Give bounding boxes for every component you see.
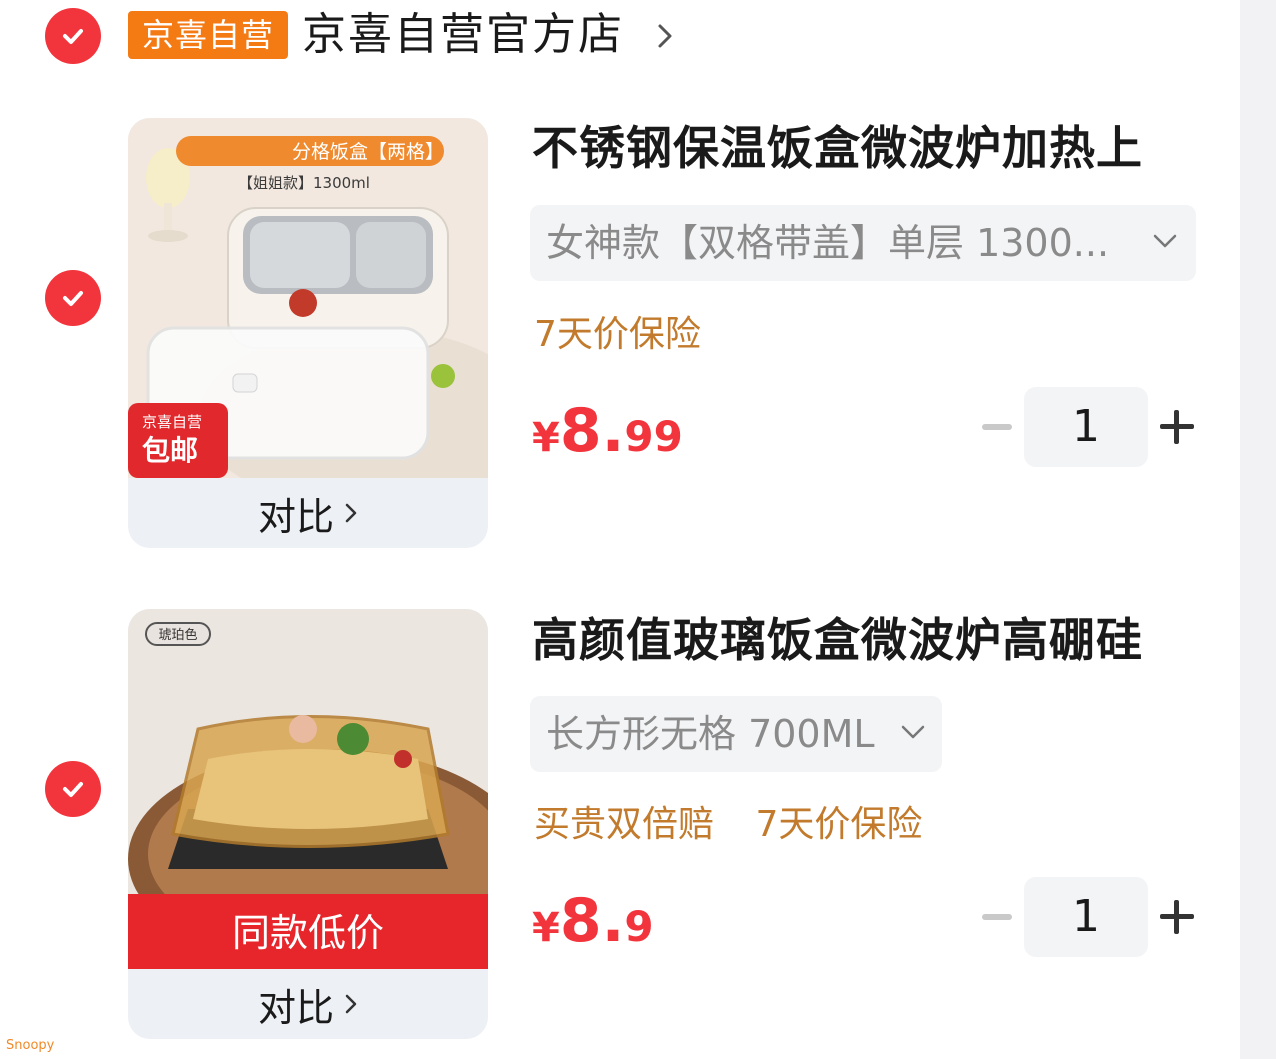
compare-label: 对比 — [257, 985, 334, 1030]
image-badge-line2: 包邮 — [142, 434, 198, 467]
product-title[interactable]: 不锈钢保温饭盒微波炉加热上 — [532, 118, 1192, 178]
increase-quantity-button[interactable] — [1160, 410, 1194, 444]
image-tag: 琥珀色 — [158, 627, 197, 643]
product-image-card[interactable]: 琥珀色 同款低价 对比 — [128, 609, 488, 1039]
image-badge-line1: 京喜自营 — [142, 413, 202, 431]
chevron-right-icon[interactable] — [655, 20, 675, 52]
checkmark-icon — [63, 782, 83, 797]
price-integer: 8. — [559, 396, 625, 466]
chevron-right-icon — [345, 994, 357, 1014]
decrease-quantity-button[interactable] — [982, 424, 1012, 430]
chevron-down-icon — [1153, 234, 1177, 248]
price-integer: 8. — [559, 886, 625, 956]
checkmark-icon — [63, 29, 83, 44]
checkmark-icon — [63, 291, 83, 306]
service-tags: 买贵双倍赔 7天价保险 — [534, 800, 952, 850]
image-banner-text: 分格饭盒【两格】 — [292, 141, 444, 163]
store-name-link[interactable]: 京喜自营官方店 — [302, 5, 624, 65]
service-tag: 7天价保险 — [755, 804, 923, 845]
price-currency: ¥ — [532, 905, 560, 951]
store-badge: 京喜自营 — [128, 11, 288, 59]
cart-store-card: 京喜自营 京喜自营官方店 分格饭盒【两格】 【姐姐款】1300ml 京喜自营 包… — [0, 0, 1240, 1059]
price-decimal: 9 — [624, 902, 654, 951]
compare-button[interactable]: 对比 — [128, 478, 488, 548]
increase-quantity-button[interactable] — [1160, 900, 1194, 934]
product-image-glass-lunchbox[interactable]: 琥珀色 同款低价 — [128, 609, 488, 969]
variant-selector[interactable]: 女神款【双格带盖】单层 1300... — [530, 205, 1196, 281]
variant-label: 长方形无格 700ML — [546, 712, 875, 756]
chevron-down-icon — [901, 725, 925, 739]
quantity-field[interactable]: 1 — [1024, 877, 1148, 957]
compare-button[interactable]: 对比 — [128, 969, 488, 1039]
store-select-checkbox[interactable] — [45, 8, 101, 64]
image-subtext: 【姐姐款】1300ml — [238, 174, 370, 192]
price: ¥8.99 — [532, 396, 683, 466]
chevron-right-icon — [345, 503, 357, 523]
product-title[interactable]: 高颜值玻璃饭盒微波炉高硼硅 — [532, 610, 1192, 670]
variant-selector[interactable]: 长方形无格 700ML — [530, 696, 942, 772]
quantity-field[interactable]: 1 — [1024, 387, 1148, 467]
service-tag: 7天价保险 — [534, 314, 701, 355]
price: ¥8.9 — [532, 886, 654, 956]
image-banner-text: 同款低价 — [232, 911, 384, 955]
product-image-card[interactable]: 分格饭盒【两格】 【姐姐款】1300ml 京喜自营 包邮 对比 — [128, 118, 488, 548]
watermark: Snoopy — [6, 1038, 55, 1053]
service-tags: 7天价保险 — [534, 310, 731, 360]
price-decimal: 99 — [624, 412, 683, 461]
compare-label: 对比 — [257, 494, 334, 539]
product-select-checkbox[interactable] — [45, 761, 101, 817]
product-image-lunchbox[interactable]: 分格饭盒【两格】 【姐姐款】1300ml 京喜自营 包邮 — [128, 118, 488, 478]
service-tag: 买贵双倍赔 — [534, 804, 715, 845]
price-currency: ¥ — [532, 415, 560, 461]
decrease-quantity-button[interactable] — [982, 914, 1012, 920]
product-select-checkbox[interactable] — [45, 270, 101, 326]
variant-label: 女神款【双格带盖】单层 1300... — [546, 221, 1110, 265]
